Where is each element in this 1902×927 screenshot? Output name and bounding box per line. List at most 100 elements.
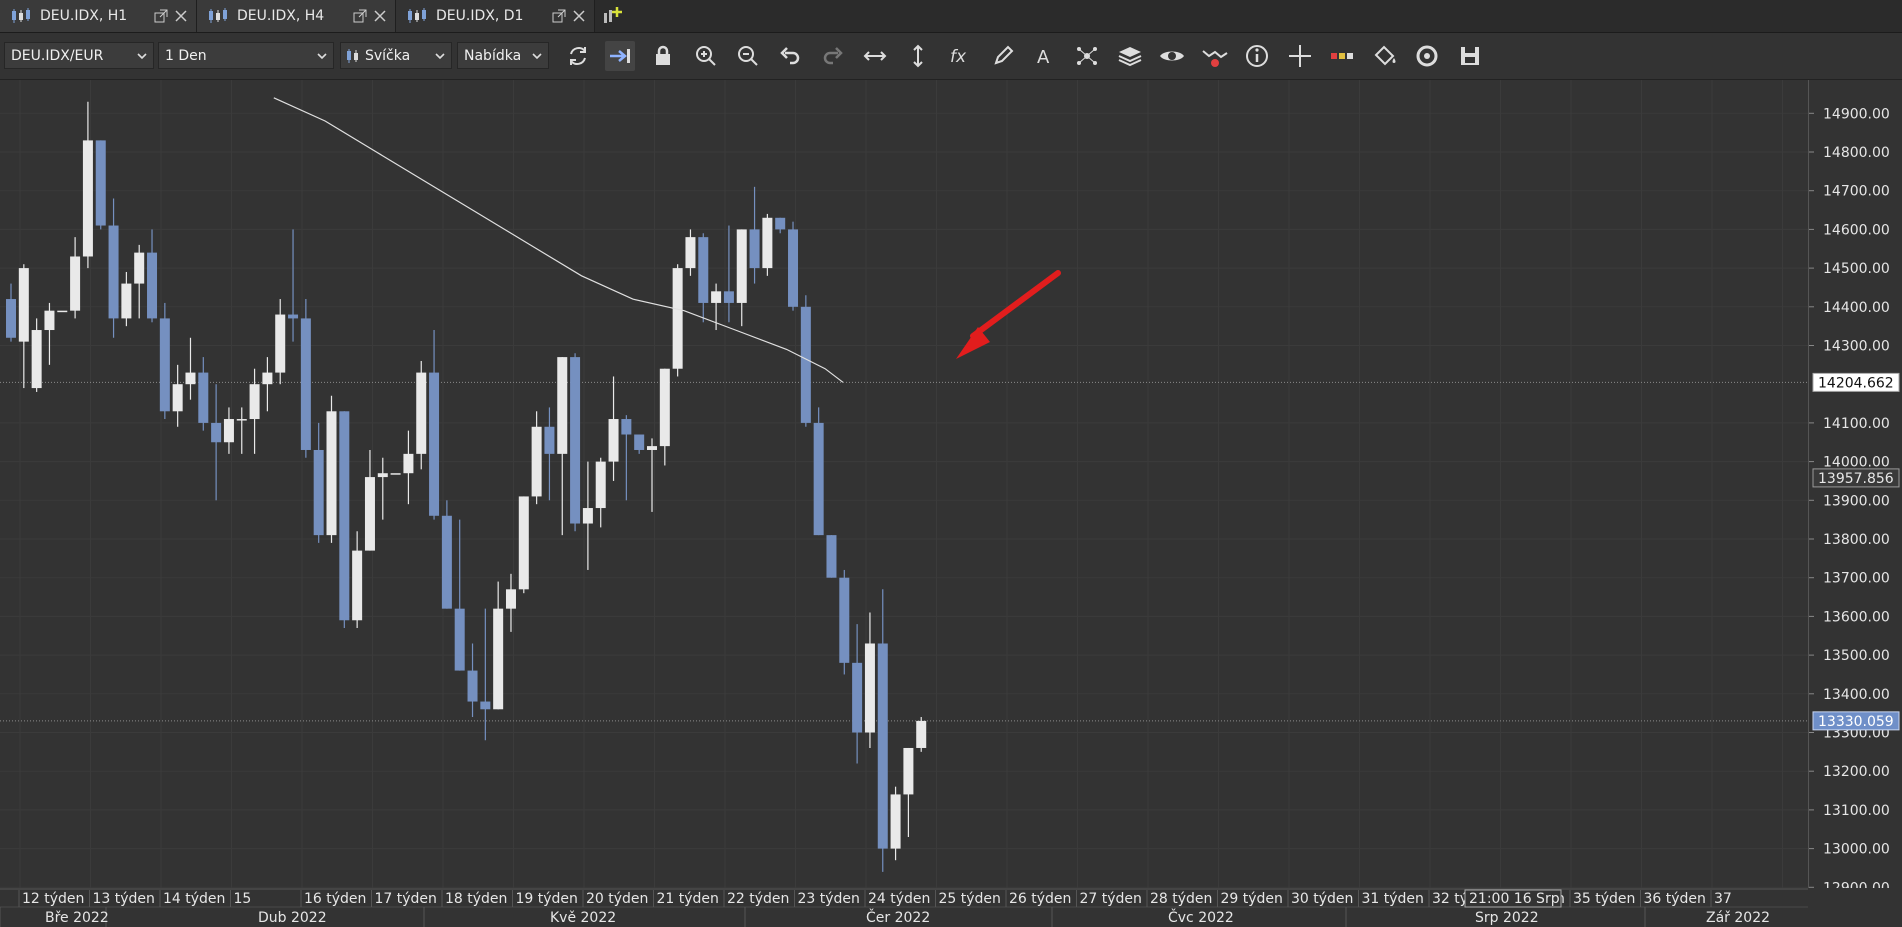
candle[interactable] xyxy=(621,415,632,501)
candle[interactable] xyxy=(903,747,914,837)
candle[interactable] xyxy=(877,589,888,872)
candle[interactable] xyxy=(736,229,747,327)
candle[interactable] xyxy=(518,496,529,594)
new-chart-icon[interactable] xyxy=(600,4,624,28)
candle[interactable] xyxy=(82,101,93,269)
candle[interactable] xyxy=(480,608,491,741)
candle[interactable] xyxy=(698,233,709,323)
price-axis[interactable]: 14900.00 14800.00 14700.00 14600.00 14500.00… xyxy=(1808,80,1902,888)
popout-icon[interactable] xyxy=(154,9,168,23)
auto-shift-button[interactable] xyxy=(605,41,635,71)
candle[interactable] xyxy=(634,434,645,454)
indicator-button[interactable]: fx xyxy=(945,41,975,71)
candle[interactable] xyxy=(31,318,42,392)
tab-deu-idx-d1[interactable]: DEU.IDX, D1 xyxy=(396,0,595,32)
candle[interactable] xyxy=(531,411,542,505)
close-icon[interactable] xyxy=(174,9,188,23)
candle[interactable] xyxy=(505,573,516,632)
candle[interactable] xyxy=(852,624,863,764)
save-button[interactable] xyxy=(1455,41,1485,71)
candle[interactable] xyxy=(249,368,260,454)
layers-button[interactable] xyxy=(1115,41,1145,71)
candle[interactable] xyxy=(890,786,901,861)
candle[interactable] xyxy=(826,535,837,578)
candle[interactable] xyxy=(839,569,850,675)
candle[interactable] xyxy=(313,422,324,543)
tab-deu-idx-h4[interactable]: DEU.IDX, H4 xyxy=(197,0,396,32)
candle[interactable] xyxy=(775,217,786,234)
candle[interactable] xyxy=(70,237,81,319)
popout-icon[interactable] xyxy=(353,9,367,23)
price-chart[interactable] xyxy=(0,80,1808,888)
candle[interactable] xyxy=(685,229,696,276)
candle[interactable] xyxy=(762,213,773,276)
candle[interactable] xyxy=(390,473,401,475)
candle[interactable] xyxy=(288,229,299,342)
candle[interactable] xyxy=(788,221,799,311)
close-icon[interactable] xyxy=(572,9,586,23)
candle[interactable] xyxy=(441,500,452,609)
lock-button[interactable] xyxy=(648,41,678,71)
pattern-button[interactable] xyxy=(1072,41,1102,71)
candle[interactable] xyxy=(262,357,273,412)
instrument-select[interactable]: DEU.IDX/EUR xyxy=(4,42,154,69)
candle[interactable] xyxy=(429,330,440,520)
candle[interactable] xyxy=(185,337,196,400)
candle[interactable] xyxy=(659,368,670,466)
zoom-out-button[interactable] xyxy=(732,41,762,71)
candle[interactable] xyxy=(544,407,555,501)
crosshair-button[interactable] xyxy=(1285,41,1315,71)
candle[interactable] xyxy=(595,457,606,528)
draw-button[interactable] xyxy=(988,41,1018,71)
candle[interactable] xyxy=(326,395,337,543)
period-select[interactable]: 1 Den xyxy=(158,42,334,69)
candle[interactable] xyxy=(172,364,183,427)
candle[interactable] xyxy=(647,438,657,512)
text-button[interactable]: A xyxy=(1030,41,1060,71)
settings-button[interactable] xyxy=(1412,41,1442,71)
horizontal-scale-button[interactable] xyxy=(860,41,890,71)
candle[interactable] xyxy=(159,302,170,420)
time-axis[interactable]: 12 týden 13 týden 14 týden 15 16 týden 17 týd… xyxy=(0,888,1808,927)
candle[interactable] xyxy=(416,360,427,470)
candle[interactable] xyxy=(223,407,234,454)
candle[interactable] xyxy=(364,449,375,551)
candle[interactable] xyxy=(493,581,504,710)
candle[interactable] xyxy=(236,407,247,454)
zoom-in-button[interactable] xyxy=(690,41,720,71)
chart-type-select[interactable]: Svíčka xyxy=(340,42,452,69)
candle[interactable] xyxy=(377,457,388,520)
candle[interactable] xyxy=(749,186,760,284)
candle[interactable] xyxy=(352,531,363,629)
candle[interactable] xyxy=(916,717,927,752)
candle[interactable] xyxy=(108,198,119,338)
popout-icon[interactable] xyxy=(552,9,566,23)
candle[interactable] xyxy=(454,519,465,671)
candle[interactable] xyxy=(147,229,158,323)
candle[interactable] xyxy=(44,302,55,365)
candle[interactable] xyxy=(557,357,568,536)
candle[interactable] xyxy=(6,283,16,342)
price-side-select[interactable]: Nabídka xyxy=(457,42,549,69)
candle[interactable] xyxy=(813,407,824,536)
candle[interactable] xyxy=(57,310,68,313)
redo-button[interactable] xyxy=(818,41,848,71)
candle[interactable] xyxy=(467,643,478,718)
candle[interactable] xyxy=(300,299,311,458)
candle[interactable] xyxy=(339,411,350,629)
info-button[interactable] xyxy=(1242,41,1272,71)
refresh-button[interactable] xyxy=(563,41,593,71)
fill-button[interactable] xyxy=(1370,41,1400,71)
candle[interactable] xyxy=(211,384,222,501)
candle[interactable] xyxy=(672,264,683,377)
candle[interactable] xyxy=(134,244,145,319)
candle[interactable] xyxy=(608,376,619,481)
candle[interactable] xyxy=(570,353,581,532)
visibility-button[interactable] xyxy=(1157,41,1187,71)
candle[interactable] xyxy=(198,357,209,431)
candle[interactable] xyxy=(121,271,132,327)
undo-button[interactable] xyxy=(775,41,805,71)
tab-deu-idx-h1[interactable]: DEU.IDX, H1 xyxy=(0,0,197,32)
color-bars-button[interactable] xyxy=(1327,41,1357,71)
candle[interactable] xyxy=(95,140,106,230)
